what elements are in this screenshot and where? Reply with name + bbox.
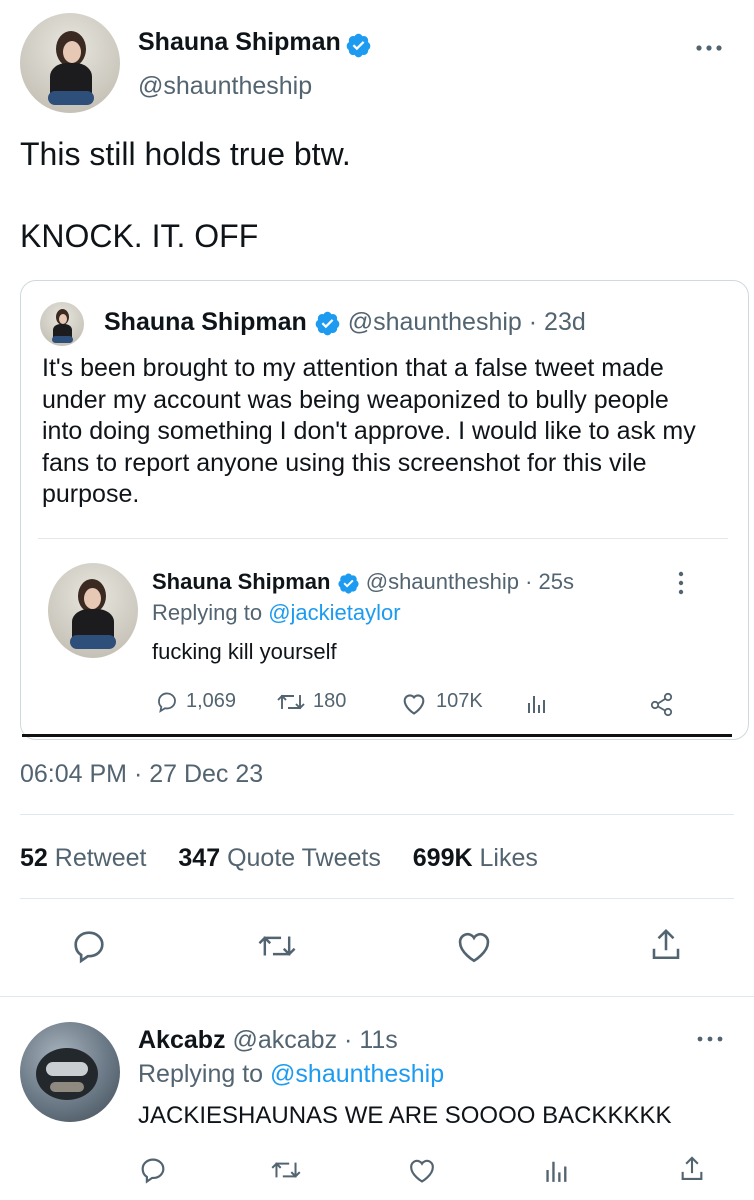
screenshot-tweet-age: · 25s [525,569,574,594]
verified-badge-icon [314,310,341,337]
screenshot-analytics-icon [526,692,548,714]
divider [20,814,734,815]
retweets-stat[interactable]: 52 Retweet [20,844,153,872]
screenshot-share-icon [648,689,676,717]
quoted-header: Shauna Shipman @shauntheship · 23d [104,308,586,337]
reply-replying-line: Replying to @shauntheship [138,1060,444,1089]
retweet-button[interactable] [254,928,300,964]
screenshot-author-avatar [48,563,138,658]
screenshot-more-icon [675,570,687,596]
reply-replying-to[interactable]: @shauntheship [270,1060,444,1088]
retweet-icon [271,1162,301,1178]
reply-like-button[interactable] [406,1156,438,1184]
main-tweet-text-line2: KNOCK. IT. OFF [20,218,259,254]
screenshot-replying-prefix: Replying to [152,600,263,625]
screenshot-tweet-text: fucking kill yourself [152,639,337,664]
likes-label: Likes [479,844,538,872]
quoted-author-handle: @shauntheship [347,308,522,336]
reply-analytics-button[interactable] [544,1157,570,1183]
like-icon [410,1159,434,1183]
quotes-stat[interactable]: 347 Quote Tweets [178,844,387,872]
reply-icon [141,1158,165,1184]
screenshot-author-name: Shauna Shipman [152,569,331,594]
share-icon [681,1156,703,1180]
quoted-tweet-text: It's been brought to my attention that a… [42,354,696,508]
reply-button[interactable] [70,928,108,964]
like-button[interactable] [454,928,494,964]
quoted-author-avatar [40,302,84,346]
retweet-icon [258,936,296,956]
more-icon[interactable] [694,38,724,58]
main-author-name-row[interactable]: Shauna Shipman [138,28,372,60]
like-icon [458,932,490,963]
main-author-avatar[interactable] [20,13,120,113]
screenshot-replying-to: @jackietaylor [268,600,401,625]
screenshot-like-icon [400,690,428,716]
main-tweet-text-line1: This still holds true btw. [20,136,351,172]
retweets-count: 52 [20,844,48,872]
reply-replying-prefix: Replying to [138,1060,264,1088]
reply-icon [74,931,104,964]
reply-share-button[interactable] [678,1154,706,1184]
reply-author-name[interactable]: Akcabz [138,1026,226,1054]
main-author-name[interactable]: Shauna Shipman [138,28,341,56]
quoted-tweet-age: · 23d [528,308,586,336]
quotes-label: Quote Tweets [227,844,381,872]
analytics-icon [546,1161,567,1182]
reply-author-handle[interactable]: @akcabz [233,1026,338,1054]
likes-count: 699K [412,844,473,872]
retweets-label: Retweet [54,844,147,872]
screenshot-replying-line: Replying to @jackietaylor [152,600,401,626]
reply-header: Akcabz @akcabz · 11s [138,1026,398,1055]
screenshot-author-handle: @shauntheship [365,569,519,594]
verified-badge-icon [337,572,360,595]
reply-author-avatar[interactable] [20,1022,120,1122]
verified-badge-icon [345,32,372,59]
main-author-handle[interactable]: @shauntheship [138,72,312,101]
screenshot-retweet-icon [274,689,308,715]
screenshot-reply-count: 1,069 [186,690,237,712]
screenshot-like-count: 107K [436,690,483,712]
reply-tweet-age[interactable]: · 11s [344,1026,398,1054]
tweet-timestamp[interactable]: 06:04 PM · 27 Dec 23 [20,760,263,789]
screenshot-reply-icon [154,690,180,714]
divider [0,996,754,997]
share-icon [652,928,680,960]
likes-stat[interactable]: 699K Likes [413,844,538,872]
screenshot-retweet-count: 180 [313,690,347,712]
quotes-count: 347 [178,844,221,872]
engagement-stats: 52 Retweet 347 Quote Tweets 699K Likes [20,844,538,873]
reply-more-icon[interactable] [696,1030,724,1048]
screenshot-image [22,538,747,738]
reply-tweet-text: JACKIESHAUNAS WE ARE SOOOO BACKKKKK [138,1102,672,1129]
quoted-author-name: Shauna Shipman [104,308,307,336]
reply-reply-button[interactable] [138,1156,168,1184]
reply-retweet-button[interactable] [268,1156,304,1184]
screenshot-header: Shauna Shipman @shauntheship · 25s [152,569,574,595]
share-button[interactable] [648,926,684,964]
divider [20,898,734,899]
